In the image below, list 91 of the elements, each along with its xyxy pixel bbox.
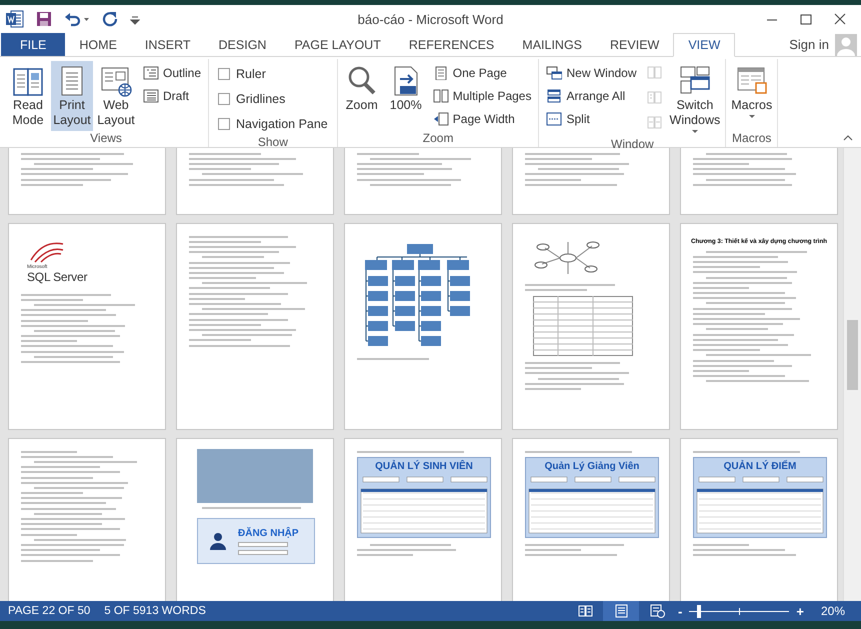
page-count[interactable]: PAGE 22 OF 50: [4, 605, 100, 617]
org-chart-node: [395, 276, 415, 286]
checkbox[interactable]: [218, 118, 230, 130]
ribbon-button[interactable]: Split: [544, 108, 639, 129]
checkbox[interactable]: [218, 92, 230, 104]
ribbon-button[interactable]: Read Mode: [7, 61, 49, 131]
app-title: QUẢN LÝ SINH VIÊN: [375, 461, 473, 472]
org-chart-node: [421, 321, 441, 331]
group-label: Views: [89, 131, 123, 147]
group-label: Zoom: [422, 131, 454, 147]
org-chart-node: [368, 336, 388, 346]
ribbon-tab[interactable]: VIEW: [673, 33, 736, 57]
org-chart-node: [368, 276, 388, 286]
two-pages-icon: [432, 88, 449, 102]
scrollbar-thumb[interactable]: [847, 320, 858, 390]
org-chart-node: [365, 260, 387, 270]
web-page-icon: [100, 65, 132, 97]
org-chart-node: [421, 336, 441, 346]
ribbon-button[interactable]: Web Layout: [95, 61, 137, 131]
org-chart-node: [395, 321, 415, 331]
org-chart-node: [395, 306, 415, 316]
checkbox-label: Ruler: [236, 66, 266, 80]
app-title: QUẢN LÝ ĐIỂM: [724, 461, 796, 472]
undo-icon[interactable]: [64, 11, 90, 27]
ribbon-tab[interactable]: REFERENCES: [394, 33, 508, 56]
ribbon-button[interactable]: 100%: [384, 61, 427, 131]
ribbon-button[interactable]: Macros: [729, 61, 774, 131]
org-chart-node: [368, 321, 388, 331]
checkbox-label: Gridlines: [236, 92, 286, 106]
ribbon-button[interactable]: Multiple Pages: [430, 85, 534, 106]
ribbon-tab[interactable]: HOME: [65, 33, 131, 56]
ribbon-button[interactable]: New Window: [544, 62, 639, 83]
org-chart-node: [421, 276, 441, 286]
app-title: Quản Lý Giảng Viên: [544, 461, 640, 472]
org-chart-node: [392, 260, 414, 270]
file-tab[interactable]: FILE: [1, 33, 66, 56]
zoom-in-button[interactable]: +: [793, 604, 807, 618]
ribbon-tab[interactable]: DESIGN: [204, 33, 280, 56]
ribbon-tab[interactable]: PAGE LAYOUT: [280, 33, 395, 56]
org-chart-node: [421, 291, 441, 301]
product-logo-text: SQL Server: [27, 270, 88, 284]
page-width-icon: [432, 112, 449, 126]
ribbon-tab[interactable]: REVIEW: [596, 33, 674, 56]
save-icon[interactable]: [36, 11, 52, 27]
scrollbar[interactable]: [843, 148, 861, 601]
zoom-out-button[interactable]: -: [675, 604, 686, 618]
outline-icon: [143, 66, 159, 80]
split-icon: [546, 112, 562, 126]
checkbox-label: Navigation Pane: [236, 116, 328, 130]
input-field: [238, 550, 288, 555]
org-chart-node: [368, 306, 388, 316]
org-chart-node: [395, 291, 415, 301]
sign-in-link[interactable]: Sign in: [783, 33, 835, 56]
window-title: báo-cáo - Microsoft Word: [356, 12, 504, 26]
redo-icon[interactable]: [102, 11, 118, 27]
login-title: ĐĂNG NHẬP: [238, 528, 299, 539]
group-label: Window: [610, 137, 655, 153]
macro-icon: [736, 65, 768, 97]
collapse-ribbon-icon[interactable]: [843, 135, 853, 141]
ribbon-button[interactable]: Switch Windows: [668, 61, 722, 137]
print-layout-icon[interactable]: [603, 601, 640, 621]
org-chart-node: [447, 260, 469, 270]
draft-icon: [143, 88, 159, 102]
ribbon-button[interactable]: Outline: [141, 62, 204, 83]
ribbon-button[interactable]: Draft: [141, 85, 204, 106]
ribbon-button[interactable]: One Page: [430, 62, 534, 83]
org-chart-node: [450, 276, 470, 286]
org-chart-node: [368, 291, 388, 301]
group-label: Macros: [731, 131, 772, 147]
checkbox[interactable]: [218, 68, 230, 80]
ribbon-button[interactable]: Arrange All: [544, 85, 639, 106]
ribbon-button[interactable]: Page Width: [430, 108, 534, 129]
org-chart-node: [407, 244, 433, 254]
slider-thumb[interactable]: [697, 604, 702, 618]
arrange-all-icon: [546, 88, 562, 102]
org-chart-node: [418, 260, 440, 270]
org-chart-node: [421, 306, 441, 316]
ribbon-button[interactable]: Zoom: [340, 61, 383, 131]
input-field: [238, 542, 288, 547]
user-icon: [208, 531, 228, 552]
one-page-icon: [432, 66, 449, 80]
group-label: Show: [256, 135, 289, 151]
org-chart-node: [450, 291, 470, 301]
new-window-icon: [546, 66, 562, 80]
ribbon-tab[interactable]: INSERT: [130, 33, 205, 56]
ribbon-tab[interactable]: MAILINGS: [508, 33, 596, 56]
org-chart-node: [450, 306, 470, 316]
zoom-level[interactable]: 20%: [806, 604, 857, 618]
word-count[interactable]: 5 OF 5913 WORDS: [100, 605, 216, 617]
ribbon-button[interactable]: Print Layout: [51, 61, 93, 131]
word-logo-icon[interactable]: [6, 10, 24, 28]
